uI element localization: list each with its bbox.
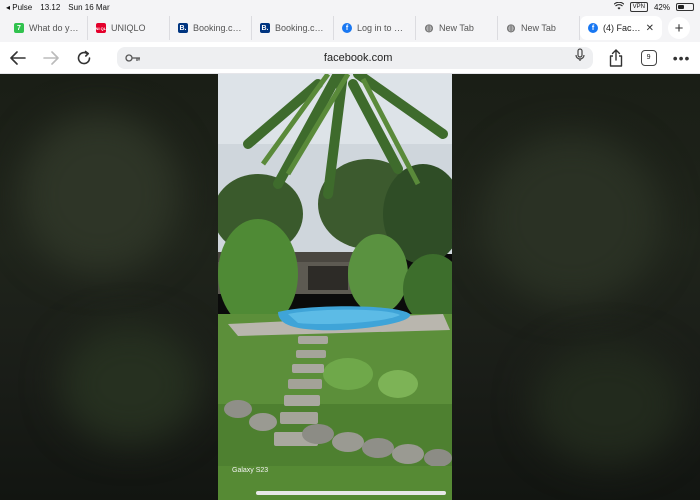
status-bar: ◂ Pulse 13.12 Sun 16 Mar VPN 42% [0,0,700,14]
booking-icon: B. [260,23,270,33]
tab-overview-button[interactable]: 9 [638,47,659,69]
forward-button[interactable] [41,48,60,68]
status-date: Sun 16 Mar [68,2,110,12]
tab-title: Booking.com [275,23,325,33]
uniqlo-icon: UNI QLO [93,23,109,33]
blurred-backdrop-right [452,74,700,500]
facebook-icon: f [588,23,598,33]
tab-title: New Tab [521,23,556,33]
tab-title: (4) Faceb [603,23,641,33]
more-icon: ••• [672,49,691,66]
arrow-right-icon [42,50,59,65]
globe-icon: ◍ [424,22,434,34]
garden-pool-photo[interactable]: Galaxy S23 [218,74,452,500]
key-icon[interactable] [125,49,141,67]
carrier-label: ◂ Pulse [6,2,33,12]
reload-icon [77,50,90,64]
blurred-backdrop-left [0,74,218,500]
tab-facebook-active[interactable]: f (4) Faceb ✕ [580,16,662,40]
tab-booking-2[interactable]: B. Booking.com [252,16,334,40]
share-icon [609,48,622,67]
facebook-icon: f [342,23,352,33]
wifi-icon [613,1,624,12]
tab-facebook-login[interactable]: f Log in to Fac [334,16,416,40]
tab-new-tab-2[interactable]: ◍ New Tab [498,16,580,40]
url-text[interactable]: facebook.com [141,52,575,64]
page-viewport: Galaxy S23 [0,74,700,500]
microphone-icon[interactable] [575,48,585,67]
tab-booking-1[interactable]: B. Booking.com [170,16,252,40]
photo-watermark: Galaxy S23 [232,467,269,474]
globe-icon: ◍ [506,22,516,34]
tab-title: Booking.com [193,23,243,33]
booking-icon: B. [178,23,188,33]
tab-title: UNIQLO [111,23,146,33]
tab-title: Log in to Fac [357,23,407,33]
tab-title: New Tab [439,23,474,33]
battery-icon [676,3,694,11]
tab-count: 9 [640,49,657,66]
green-app-icon: 7 [14,23,24,33]
plus-icon: + [674,19,684,37]
battery-percent: 42% [653,2,670,12]
toolbar: facebook.com 9 ••• [0,42,700,74]
vpn-badge: VPN [629,2,648,12]
share-button[interactable] [605,47,626,69]
status-time: 13.12 [40,2,61,12]
close-icon[interactable]: ✕ [646,23,654,34]
arrow-left-icon [9,50,26,65]
more-menu-button[interactable]: ••• [671,47,692,69]
tab-new-tab-1[interactable]: ◍ New Tab [416,16,498,40]
address-bar[interactable]: facebook.com [117,46,594,69]
tab-title: What do you [29,23,79,33]
new-tab-button[interactable]: + [668,17,690,39]
home-indicator[interactable] [256,491,446,495]
tab-strip: 7 What do you UNI QLO UNIQLO B. Booking.… [0,14,700,42]
tab-what-do-you[interactable]: 7 What do you [6,16,88,40]
back-button[interactable] [8,48,27,68]
tab-uniqlo[interactable]: UNI QLO UNIQLO [88,16,170,40]
reload-button[interactable] [74,48,93,68]
